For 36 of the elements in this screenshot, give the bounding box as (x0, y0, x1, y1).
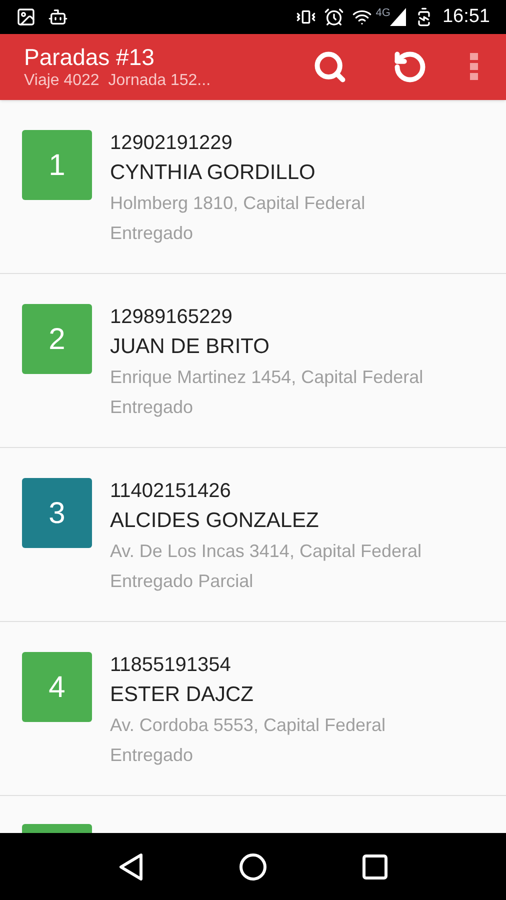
stop-number-tile: 3 (22, 478, 92, 548)
tracking-number: 11855191354 (110, 653, 232, 678)
stop-address: Av. De Los Incas 3414, Capital Federal (110, 540, 422, 563)
tracking-number: 11402151426 (110, 479, 232, 504)
stop-address: Av. Cordoba 5553, Capital Federal (110, 714, 386, 737)
network-label: 4G (376, 6, 390, 21)
alarm-icon (324, 7, 344, 27)
app-subtitle: Viaje 4022 Jornada 152... (24, 71, 212, 91)
image-icon (16, 7, 36, 27)
robot-icon (48, 7, 68, 27)
home-icon[interactable] (238, 852, 267, 880)
stop-row[interactable]: 1 12902191229 CYNTHIA GORDILLO Holmberg 1810, Capital Federal Entregado (0, 100, 506, 274)
customer-name: CYNTHIA GORDILLO (110, 160, 316, 186)
customer-name: ESTER DAJCZ (110, 682, 255, 708)
delivery-status: Entregado (110, 222, 194, 245)
stop-number-tile: 1 (22, 130, 92, 200)
signal-icon (390, 8, 406, 26)
customer-name: JUAN DE BRITO (110, 334, 270, 360)
customer-name: ALCIDES GONZALEZ (110, 508, 320, 534)
stop-number-tile: 4 (22, 652, 92, 722)
stop-row[interactable]: 3 11402151426 ALCIDES GONZALEZ Av. De Los Incas 3414, Capital Federal Entregado Parcial (0, 448, 506, 622)
clock: 16:51 (442, 4, 490, 29)
delivery-status: Entregado (110, 744, 194, 767)
stop-address: Holmberg 1810, Capital Federal (110, 192, 366, 215)
tracking-number: 12902191229 (110, 131, 234, 156)
stop-number-tile: 2 (22, 304, 92, 374)
tracking-number: 12989165229 (110, 305, 234, 330)
stop-row[interactable]: 2 12989165229 JUAN DE BRITO Enrique Martinez 1454, Capital Federal Entregado (0, 274, 506, 448)
more-options-icon (470, 53, 478, 81)
stop-row[interactable]: 4 11855191354 ESTER DAJCZ Av. Cordoba 5553, Capital Federal Entregado (0, 622, 506, 796)
app-title: Paradas #13 (24, 43, 156, 71)
delivery-status: Entregado Parcial (110, 570, 254, 593)
stop-address: Enrique Martinez 1454, Capital Federal (110, 366, 424, 389)
back-icon[interactable] (118, 852, 144, 880)
recents-icon[interactable] (362, 854, 388, 880)
delivery-status: Entregado (110, 396, 194, 419)
